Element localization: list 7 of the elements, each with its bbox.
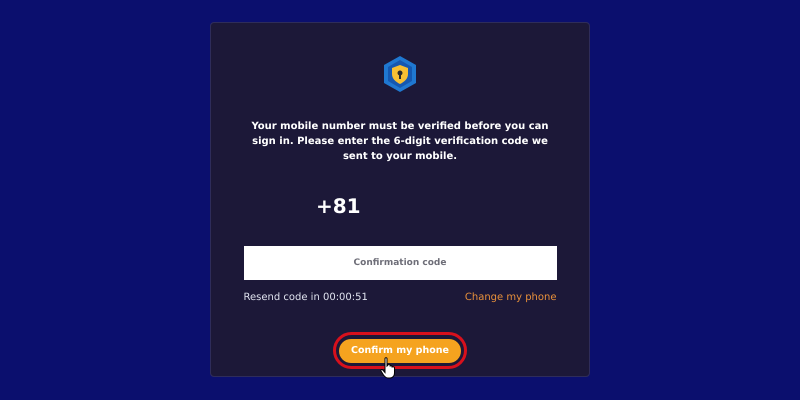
resend-timer: Resend code in 00:00:51: [244, 292, 368, 303]
hand-cursor-icon: [380, 357, 396, 379]
verification-message: Your mobile number must be verified before you can sign in. Please enter the 6-digit verification code we sent to your mobile.: [250, 120, 550, 164]
shield-lock-icon: [382, 55, 418, 93]
country-code: +81: [316, 194, 361, 218]
confirmation-code-field[interactable]: Confirmation code: [244, 246, 556, 280]
change-phone-link[interactable]: Change my phone: [464, 292, 556, 303]
